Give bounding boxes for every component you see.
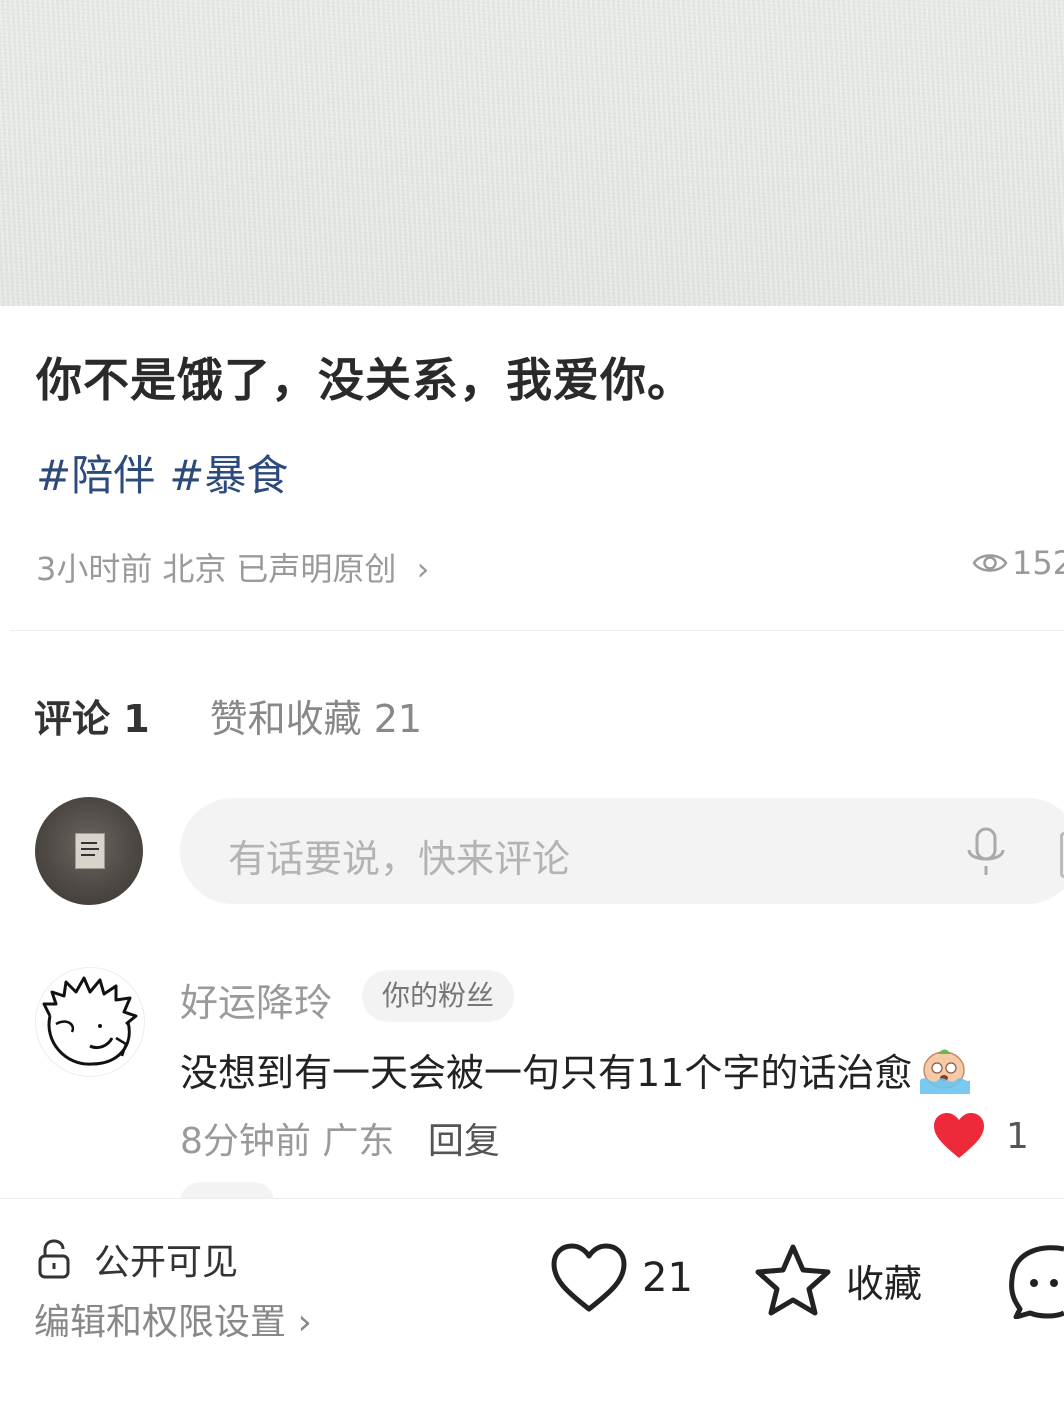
chevron-right-icon: › [406,550,430,588]
avatar-sign-graphic [75,833,105,869]
collect-button[interactable]: 收藏 [754,1243,922,1317]
comment-input[interactable]: 有话要说，快来评论 [180,798,1064,904]
comment-body: 没想到有一天会被一句只有11个字的话治愈 [180,1051,913,1095]
commenter-avatar[interactable] [35,967,145,1077]
post-tags: #陪伴 #暴食 [36,442,302,503]
reply-button[interactable]: 回复 [428,1121,500,1162]
divider [10,630,1064,631]
post-image[interactable] [0,0,1064,306]
commenter-name[interactable]: 好运降玲 [180,972,332,1027]
visibility-status[interactable]: 公开可见 [36,1233,238,1285]
like-button[interactable]: 21 [550,1243,693,1313]
edit-label: 编辑和权限设置 [34,1302,287,1343]
post-time: 3小时前 [36,550,153,588]
star-icon [755,1244,831,1316]
comment-meta: 8分钟前 广东 回复 [180,1112,500,1164]
heart-outline-icon [551,1243,627,1312]
heart-filled-icon [934,1113,984,1158]
doodle-face-icon [42,976,138,1066]
unlock-icon [38,1239,70,1279]
comment-location: 广东 [322,1121,395,1162]
original-label: 已声明原创 [236,550,397,588]
comment-text: 没想到有一天会被一句只有11个字的话治愈 [180,1042,972,1097]
fan-badge: 你的粉丝 [362,970,515,1022]
comment-like-button[interactable]: 1 [932,1112,1029,1160]
comment-time: 8分钟前 [180,1121,311,1162]
chat-bubble-icon [1009,1245,1064,1320]
comment-button[interactable] [1006,1243,1064,1323]
bottom-bar: 公开可见 编辑和权限设置 › 21 收藏 [0,1198,1064,1417]
tab-likes-collects[interactable]: 赞和收藏 21 [210,697,422,741]
tag-link[interactable]: #暴食 [169,451,288,500]
post-title: 你不是饿了，没关系，我爱你。 [36,353,694,407]
comment-like-count: 1 [1006,1115,1029,1157]
comment-placeholder: 有话要说，快来评论 [228,837,571,881]
collect-label: 收藏 [846,1261,923,1306]
view-count: 152 [972,544,1064,582]
my-avatar[interactable] [35,797,143,905]
edit-permissions-link[interactable]: 编辑和权限设置 › [34,1293,312,1345]
chevron-right-icon: › [286,1302,312,1343]
tag-link[interactable]: #陪伴 [36,451,155,500]
view-count-value: 152 [1012,544,1064,582]
like-count: 21 [642,1255,693,1301]
eye-icon [972,554,1008,572]
comment-tabs: 评论 1 赞和收藏 21 [34,688,422,743]
original-declaration-link[interactable]: 已声明原创 › [236,550,439,588]
image-icon[interactable] [1060,832,1064,878]
tab-comments[interactable]: 评论 1 [34,697,150,741]
visibility-label: 公开可见 [94,1242,239,1283]
microphone-icon[interactable] [964,826,1008,878]
post-meta: 3小时前 北京 已声明原创 › [36,544,449,590]
crying-emoji-icon [920,1049,971,1094]
post-location: 北京 [162,550,227,588]
